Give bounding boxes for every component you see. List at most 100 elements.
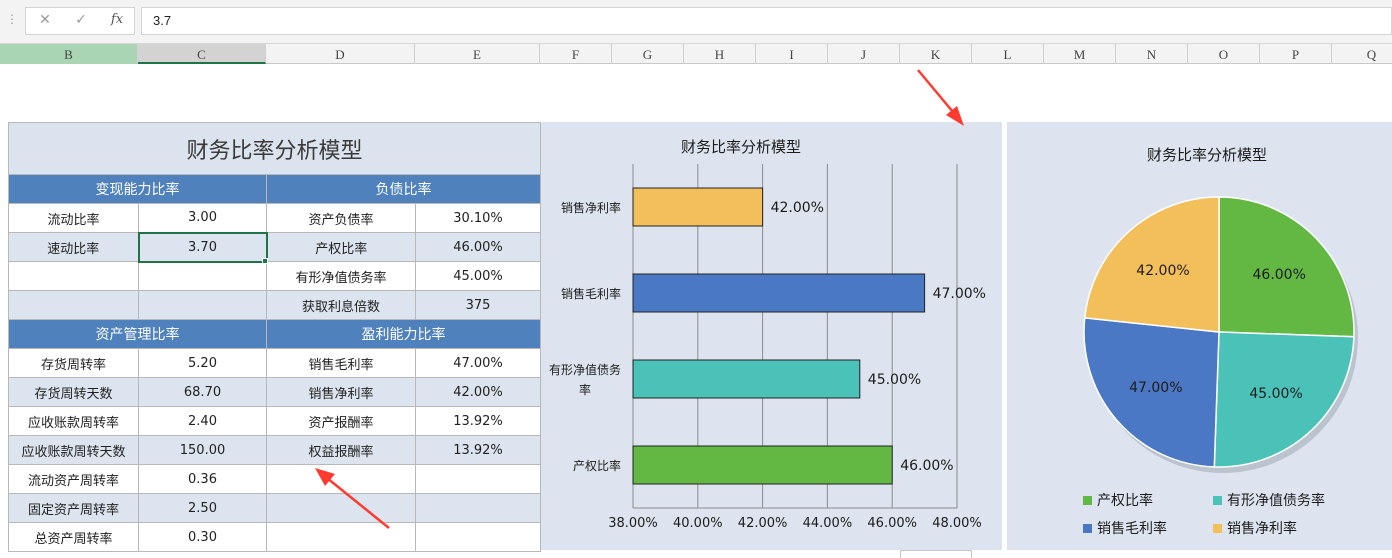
column-header-C[interactable]: C — [138, 44, 266, 64]
cell-right-value[interactable]: 13.92% — [414, 435, 542, 465]
pie-chart-panel[interactable]: 财务比率分析模型 46.00% 45.00% 47.00% 42.00% 产权比率 有形净… — [1007, 122, 1392, 550]
column-header-F[interactable]: F — [540, 44, 612, 64]
column-header-I[interactable]: I — [756, 44, 828, 64]
x-tick-label: 40.00% — [673, 516, 723, 531]
cell-left-value[interactable]: 3.00 — [138, 203, 267, 233]
cell-right-value[interactable]: 375 — [414, 290, 542, 320]
cell-right-value[interactable] — [414, 522, 542, 552]
column-header-H[interactable]: H — [684, 44, 756, 64]
table-row: 流动资产周转率 0.36 — [8, 464, 542, 494]
column-header-Q[interactable]: Q — [1332, 44, 1392, 64]
cell-outline — [900, 550, 972, 558]
formula-input[interactable]: 3.7 — [141, 7, 1392, 35]
cell-left-value[interactable]: 0.36 — [138, 464, 267, 494]
table-row: 存货周转天数 68.70 销售净利率 42.00% — [8, 377, 542, 407]
column-header-P[interactable]: P — [1260, 44, 1332, 64]
x-tick-label: 44.00% — [803, 516, 853, 531]
bar-data-label: 47.00% — [933, 286, 986, 302]
cell-left-label[interactable]: 存货周转率 — [8, 348, 139, 378]
legend-swatch — [1213, 496, 1222, 505]
cell-left-label[interactable]: 速动比率 — [8, 232, 139, 262]
fill-handle[interactable] — [262, 258, 268, 264]
legend-entry: 销售毛利率 — [1097, 520, 1167, 537]
column-header-M[interactable]: M — [1044, 44, 1116, 64]
cell-right-value[interactable] — [414, 493, 542, 523]
cell-left-label[interactable]: 总资产周转率 — [8, 522, 139, 552]
table-row: 固定资产周转率 2.50 — [8, 493, 542, 523]
table-row: 总资产周转率 0.30 — [8, 522, 542, 552]
column-header-L[interactable]: L — [972, 44, 1044, 64]
cell-right-label[interactable]: 资产报酬率 — [266, 406, 416, 436]
column-header-D[interactable]: D — [266, 44, 415, 64]
legend-swatch — [1213, 524, 1222, 533]
cell-left-value[interactable] — [138, 290, 267, 320]
cell-right-value[interactable]: 42.00% — [414, 377, 542, 407]
section-header-asset-mgmt[interactable]: 资产管理比率 — [8, 319, 267, 349]
cell-right-value[interactable]: 13.92% — [414, 406, 542, 436]
section-header-debt[interactable]: 负债比率 — [265, 174, 542, 204]
pie-data-label: 45.00% — [1249, 386, 1302, 402]
cell-left-value[interactable]: 68.70 — [138, 377, 267, 407]
cell-left-value[interactable]: 2.40 — [138, 406, 267, 436]
table-row: 应收账款周转率 2.40 资产报酬率 13.92% — [8, 406, 542, 436]
ratio-table: 财务比率分析模型 变现能力比率 负债比率 流动比率 3.00 资产负债率 30.10%… — [7, 122, 542, 552]
bar-data-label: 46.00% — [900, 458, 953, 474]
bar — [632, 187, 764, 227]
cell-right-label[interactable]: 销售净利率 — [266, 377, 416, 407]
cell-right-label[interactable]: 获取利息倍数 — [266, 290, 416, 320]
drag-grip-icon[interactable]: ⋮ — [6, 12, 18, 26]
legend-entry: 产权比率 — [1097, 492, 1153, 509]
table-row: 流动比率 3.00 资产负债率 30.10% — [8, 203, 542, 233]
cell-right-value[interactable] — [414, 464, 542, 494]
y-category-label: 销售净利率 — [561, 200, 621, 215]
bar-data-label: 42.00% — [771, 200, 824, 216]
cell-right-label[interactable]: 销售毛利率 — [266, 348, 416, 378]
close-icon[interactable]: ✕ — [32, 12, 58, 30]
cell-right-value[interactable]: 46.00% — [414, 232, 542, 262]
cell-right-value[interactable]: 45.00% — [414, 261, 542, 291]
cell-right-label[interactable]: 资产负债率 — [266, 203, 416, 233]
cell-left-label[interactable]: 应收账款周转率 — [8, 406, 139, 436]
cell-left-label[interactable]: 应收账款周转天数 — [8, 435, 139, 465]
cell-left-value[interactable]: 5.20 — [138, 348, 267, 378]
cell-left-value[interactable]: 2.50 — [138, 493, 267, 523]
cell-left-label[interactable]: 流动比率 — [8, 203, 139, 233]
column-header-B[interactable]: B — [0, 44, 138, 64]
column-header-E[interactable]: E — [415, 44, 540, 64]
section-header-profitability[interactable]: 盈利能力比率 — [265, 319, 542, 349]
cell-right-value[interactable]: 47.00% — [414, 348, 542, 378]
cell-left-label[interactable]: 存货周转天数 — [8, 377, 139, 407]
function-icon[interactable]: fx — [104, 12, 130, 30]
bar-chart: 38.00% 40.00% 42.00% 44.00% 46.00% 48.00% 42.0… — [549, 164, 986, 531]
column-header-G[interactable]: G — [612, 44, 684, 64]
pie-data-label: 46.00% — [1253, 267, 1306, 283]
legend-entry: 有形净值债务率 — [1227, 492, 1325, 509]
cell-right-label[interactable]: 产权比率 — [266, 232, 416, 262]
cell-left-label[interactable] — [8, 261, 139, 291]
x-tick-label: 48.00% — [932, 516, 982, 531]
table-title: 财务比率分析模型 — [7, 122, 542, 175]
pie-data-label: 42.00% — [1136, 263, 1189, 279]
section-header-liquidity[interactable]: 变现能力比率 — [8, 174, 267, 204]
x-tick-label: 42.00% — [738, 516, 788, 531]
annotation-arrow-top — [917, 69, 964, 126]
check-icon[interactable]: ✓ — [68, 12, 94, 30]
cell-right-value[interactable]: 30.10% — [414, 203, 542, 233]
column-header-O[interactable]: O — [1188, 44, 1260, 64]
cell-left-label[interactable] — [8, 290, 139, 320]
cell-left-value[interactable]: 150.00 — [138, 435, 267, 465]
legend-swatch — [1083, 524, 1092, 533]
bar-chart-panel[interactable]: 财务比率分析模型 38.00% 40.00% 42.00% 44.00% 46.00% 4… — [541, 122, 1002, 550]
column-header-J[interactable]: J — [828, 44, 900, 64]
cell-left-value[interactable] — [138, 261, 267, 291]
bar — [632, 273, 926, 313]
cell-left-label[interactable]: 流动资产周转率 — [8, 464, 139, 494]
column-header-N[interactable]: N — [1116, 44, 1188, 64]
cell-left-value[interactable]: 0.30 — [138, 522, 267, 552]
cell-left-label[interactable]: 固定资产周转率 — [8, 493, 139, 523]
bar-data-label: 45.00% — [868, 372, 921, 388]
annotation-arrow-bottom — [315, 468, 390, 529]
formula-bar: ⋮ ✕ ✓ fx 3.7 — [0, 0, 1392, 44]
cell-right-label[interactable]: 有形净值债务率 — [266, 261, 416, 291]
cell-left-value[interactable]: 3.70 — [137, 231, 268, 263]
